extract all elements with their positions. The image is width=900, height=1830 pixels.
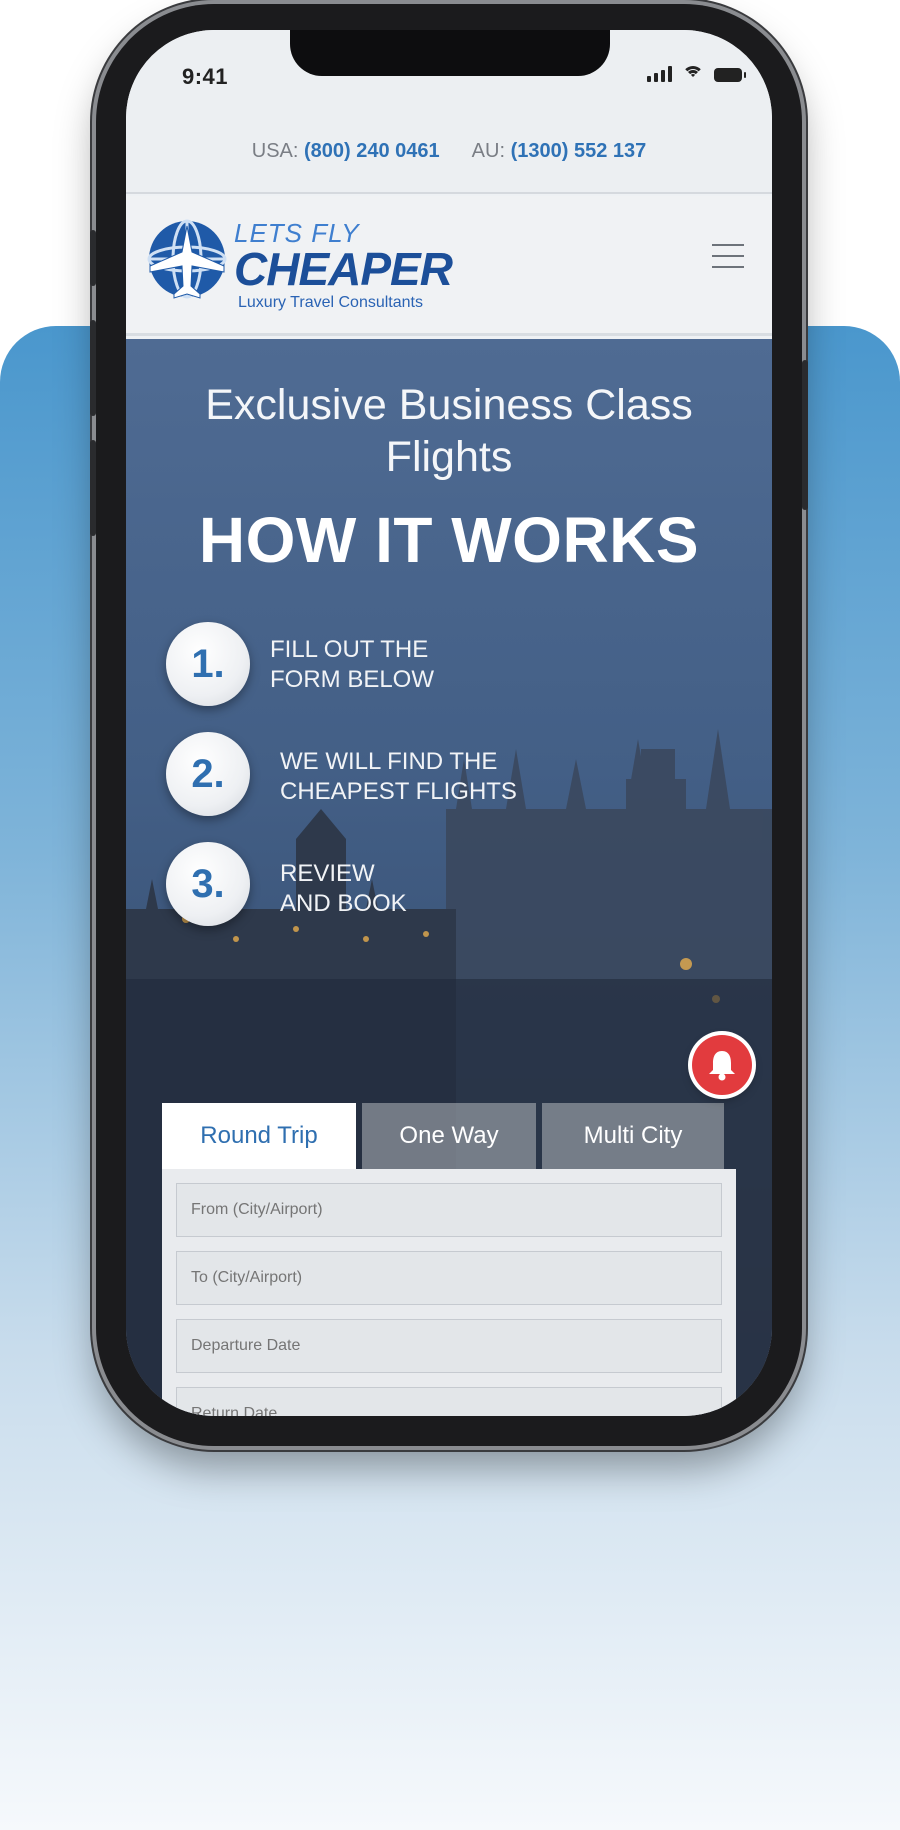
tab-round-trip[interactable]: Round Trip <box>162 1103 356 1169</box>
phone-volume-down-button <box>90 440 96 536</box>
usa-phone[interactable]: USA: (800) 240 0461 <box>252 140 440 163</box>
tab-multi-city[interactable]: Multi City <box>542 1103 724 1169</box>
contact-phone-strip: USA: (800) 240 0461 AU: (1300) 552 137 <box>126 110 772 194</box>
step-1-line2: FORM BELOW <box>270 666 435 693</box>
hamburger-menu-icon[interactable] <box>712 244 744 268</box>
step-3-line1: REVIEW <box>280 860 375 887</box>
step-1-number: 1. <box>166 622 250 706</box>
phone-volume-up-button <box>90 320 96 416</box>
departure-date-input[interactable] <box>176 1319 722 1373</box>
au-phone-label: AU: <box>471 139 506 162</box>
site-header: LETS FLY CHEAPER Luxury Travel Consultan… <box>126 196 772 336</box>
step-3-text: REVIEW AND BOOK <box>280 859 540 919</box>
step-1-text: FILL OUT THE FORM BELOW <box>270 635 530 695</box>
tab-one-way[interactable]: One Way <box>362 1103 536 1169</box>
to-city-input[interactable] <box>176 1251 722 1305</box>
logo-tagline: Luxury Travel Consultants <box>238 294 423 311</box>
step-2-line1: WE WILL FIND THE <box>280 748 498 775</box>
bell-icon <box>709 1051 735 1081</box>
step-3-line2: AND BOOK <box>280 890 407 917</box>
step-2-number: 2. <box>166 732 250 816</box>
booking-form <box>162 1169 736 1416</box>
hero-title: Exclusive Business Class Flights <box>126 379 772 483</box>
return-date-input[interactable] <box>176 1387 722 1416</box>
phone-side-button <box>90 230 96 286</box>
battery-icon <box>714 68 746 82</box>
status-time: 9:41 <box>182 64 229 89</box>
step-2-text: WE WILL FIND THE CHEAPEST FLIGHTS <box>280 747 540 807</box>
au-phone-number[interactable]: (1300) 552 137 <box>511 140 647 162</box>
step-1-line1: FILL OUT THE <box>270 636 429 663</box>
from-city-input[interactable] <box>176 1183 722 1237</box>
hero-section: Exclusive Business Class Flights HOW IT … <box>126 339 772 1416</box>
phone-notch <box>290 30 610 76</box>
cellular-signal-icon <box>647 66 672 82</box>
step-3-number: 3. <box>166 842 250 926</box>
how-it-works-heading: HOW IT WORKS <box>198 504 700 576</box>
usa-phone-number[interactable]: (800) 240 0461 <box>304 140 440 162</box>
status-icons <box>647 64 746 82</box>
notification-bell-button[interactable] <box>692 1035 752 1095</box>
logo-line2: CHEAPER <box>234 243 453 295</box>
globe-airplane-logo-icon[interactable] <box>146 218 228 300</box>
usa-phone-label: USA: <box>251 139 299 162</box>
phone-power-button <box>802 360 808 510</box>
au-phone[interactable]: AU: (1300) 552 137 <box>472 140 647 163</box>
hero-title-text: Exclusive Business Class Flights <box>205 381 693 481</box>
phone-screen: 9:41 USA: (800) 240 0461 AU: (1300) 552 … <box>126 30 772 1416</box>
status-bar: 9:41 <box>126 30 772 110</box>
wifi-icon <box>682 64 704 82</box>
step-2-line2: CHEAPEST FLIGHTS <box>280 778 517 805</box>
